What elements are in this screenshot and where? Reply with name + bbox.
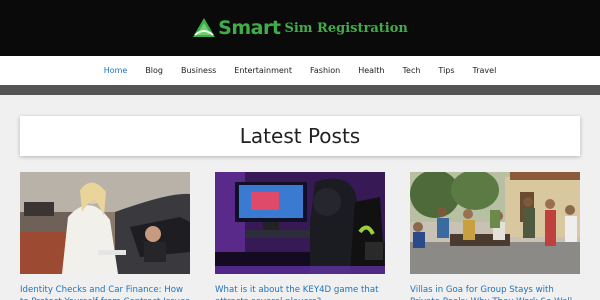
brand-name: Smart	[218, 17, 281, 39]
page-title: Latest Posts	[239, 124, 361, 148]
nav-item-health[interactable]: Health	[349, 66, 393, 75]
post-card: What is it about the KEY4D game that att…	[215, 172, 385, 300]
site-logo[interactable]: Smart Sim Registration	[192, 16, 408, 40]
nav-item-entertainment[interactable]: Entertainment	[225, 66, 301, 75]
post-card: Villas in Goa for Group Stays with Priva…	[410, 172, 580, 300]
post-thumbnail-image[interactable]	[20, 172, 190, 274]
nav-item-blog[interactable]: Blog	[136, 66, 172, 75]
nav-item-tips[interactable]: Tips	[429, 66, 463, 75]
section-heading-card: Latest Posts	[20, 116, 580, 156]
header-divider-band	[0, 85, 600, 95]
nav-item-home[interactable]: Home	[95, 66, 137, 75]
post-title-link[interactable]: Identity Checks and Car Finance: How to …	[20, 284, 190, 300]
post-title-link[interactable]: What is it about the KEY4D game that att…	[215, 284, 385, 300]
post-thumbnail-image[interactable]	[215, 172, 385, 274]
nav-item-travel[interactable]: Travel	[464, 66, 506, 75]
post-thumbnail-image[interactable]	[410, 172, 580, 274]
post-card: Identity Checks and Car Finance: How to …	[20, 172, 190, 300]
main-nav: Home Blog Business Entertainment Fashion…	[0, 56, 600, 85]
post-title-link[interactable]: Villas in Goa for Group Stays with Priva…	[410, 284, 580, 300]
site-header: Smart Sim Registration	[0, 0, 600, 56]
smart-logo-icon	[193, 18, 216, 37]
nav-item-business[interactable]: Business	[172, 66, 225, 75]
nav-item-tech[interactable]: Tech	[394, 66, 430, 75]
brand-tagline: Sim Registration	[284, 20, 408, 36]
nav-item-fashion[interactable]: Fashion	[301, 66, 349, 75]
